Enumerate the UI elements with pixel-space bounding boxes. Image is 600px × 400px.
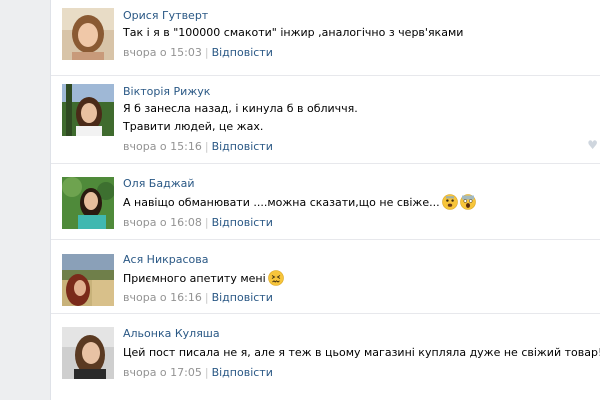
left-rail (0, 0, 51, 400)
comment-author[interactable]: Вікторія Рижук (123, 85, 210, 98)
comment-author[interactable]: Ася Никрасова (123, 253, 208, 266)
comment-text: А навіщо обманювати ....можна сказати,що… (123, 194, 476, 210)
comment-author[interactable]: Оля Баджай (123, 177, 195, 190)
comment-text-content: А навіщо обманювати ....можна сказати,що… (123, 196, 440, 209)
comment-meta: вчора о 17:05 | Відповісти (123, 366, 273, 379)
reply-link[interactable]: Відповісти (212, 216, 273, 229)
comment-meta: вчора о 16:08 | Відповісти (123, 216, 273, 229)
separator: | (204, 366, 209, 379)
comment-text: Цей пост писала не я, але я теж в цьому … (123, 346, 600, 359)
reply-link[interactable]: Відповісти (212, 140, 273, 153)
separator: | (204, 46, 209, 59)
comment-text: Я б занесла назад, і кинула б в обличчя. (123, 102, 358, 115)
separator: | (204, 216, 209, 229)
comment-author[interactable]: Альонка Куляша (123, 327, 220, 340)
comment-time[interactable]: вчора о 15:16 (123, 140, 202, 153)
screaming-face-icon (459, 194, 476, 210)
comment-item: Ася Никрасова Приємного апетиту мені вчо… (51, 240, 600, 314)
comments-list: Орися Гутверт Так і я в "100000 смакоти"… (51, 0, 600, 400)
separator: | (204, 291, 209, 304)
avatar[interactable] (62, 177, 114, 229)
comment-time[interactable]: вчора о 16:16 (123, 291, 202, 304)
comment-time[interactable]: вчора о 16:08 (123, 216, 202, 229)
avatar[interactable] (62, 84, 114, 136)
comment-text: Так і я в "100000 смакоти" інжир ,аналог… (123, 26, 464, 39)
comment-text: Приємного апетиту мені (123, 270, 284, 286)
comment-meta: вчора о 16:16 | Відповісти (123, 291, 273, 304)
heart-icon[interactable]: ♥ (587, 138, 598, 152)
comment-time[interactable]: вчора о 15:03 (123, 46, 202, 59)
comment-text: Травити людей, це жах. (123, 120, 264, 133)
reply-link[interactable]: Відповісти (212, 366, 273, 379)
avatar[interactable] (62, 327, 114, 379)
comment-author[interactable]: Орися Гутверт (123, 9, 208, 22)
fearful-face-icon (441, 194, 458, 210)
avatar[interactable] (62, 254, 114, 306)
reply-link[interactable]: Відповісти (212, 46, 273, 59)
separator: | (204, 140, 209, 153)
comment-item: Оля Баджай А навіщо обманювати ....можна… (51, 164, 600, 240)
comment-time[interactable]: вчора о 17:05 (123, 366, 202, 379)
comment-item: Альонка Куляша Цей пост писала не я, але… (51, 314, 600, 400)
comment-item: Вікторія Рижук Я б занесла назад, і кину… (51, 76, 600, 164)
comment-meta: вчора о 15:16 | Відповісти (123, 140, 273, 153)
confounded-face-icon (267, 270, 284, 286)
avatar[interactable] (62, 8, 114, 60)
reply-link[interactable]: Відповісти (212, 291, 273, 304)
comment-item: Орися Гутверт Так і я в "100000 смакоти"… (51, 0, 600, 76)
comment-meta: вчора о 15:03 | Відповісти (123, 46, 273, 59)
comment-text-content: Приємного апетиту мені (123, 272, 266, 285)
